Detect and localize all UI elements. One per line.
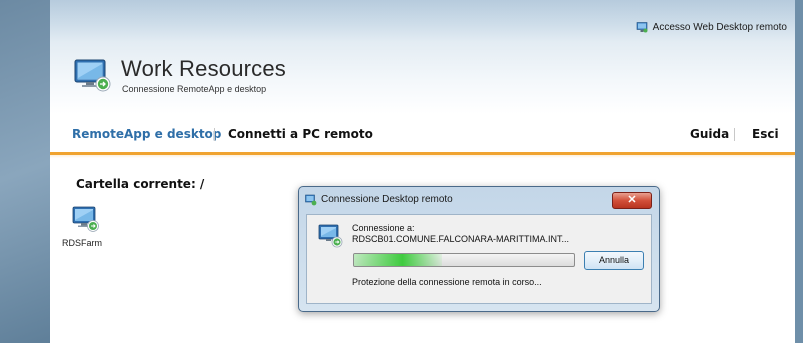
nav-bar: RemoteApp e desktop Connetti a PC remoto… [50, 114, 795, 158]
web-access-link[interactable]: Accesso Web Desktop remoto [636, 22, 787, 33]
close-icon: ✕ [627, 194, 637, 206]
cancel-button[interactable]: Annulla [584, 251, 644, 270]
desktop-background-left [0, 0, 50, 343]
remote-desktop-icon [305, 194, 317, 206]
nav-accent-shadow [50, 152, 795, 158]
current-folder-label: Cartella corrente: / [76, 177, 205, 191]
connection-status-text: Protezione della connessione remota in c… [352, 277, 542, 287]
page-title: Work Resources [121, 56, 286, 81]
dialog-body: Connessione a: RDSCB01.COMUNE.FALCONARA-… [306, 214, 652, 304]
page-subtitle: Connessione RemoteApp e desktop [122, 84, 267, 94]
app-label-rdsfarm[interactable]: RDSFarm [62, 238, 102, 248]
server-name: RDSCB01.COMUNE.FALCONARA-MARITTIMA.INT..… [352, 234, 570, 244]
close-button[interactable]: ✕ [612, 192, 652, 209]
tab-remoteapp-desktop[interactable]: RemoteApp e desktop [72, 127, 221, 141]
remote-desktop-logo-icon [74, 59, 111, 92]
connection-progress-bar [353, 253, 575, 267]
header-banner: Work Resources Connessione RemoteApp e d… [50, 42, 795, 114]
logout-link[interactable]: Esci [752, 127, 779, 141]
nav-divider [734, 128, 735, 141]
remote-connection-dialog: Connessione Desktop remoto ✕ Connessione… [298, 186, 660, 312]
web-access-page: Accesso Web Desktop remoto Work Resource… [50, 0, 795, 343]
web-access-label: Accesso Web Desktop remoto [652, 22, 787, 33]
tab-connect-remote-pc[interactable]: Connetti a PC remoto [228, 127, 373, 141]
help-link[interactable]: Guida [690, 127, 729, 141]
connecting-to-label: Connessione a: [352, 223, 415, 233]
remote-desktop-icon [636, 22, 648, 33]
dialog-title: Connessione Desktop remoto [321, 194, 453, 205]
desktop-background-right [795, 0, 803, 343]
nav-divider [214, 128, 215, 141]
remote-desktop-icon[interactable] [71, 204, 101, 234]
remote-desktop-icon [318, 224, 343, 248]
progress-fill [354, 254, 442, 266]
top-bar: Accesso Web Desktop remoto [50, 0, 795, 42]
